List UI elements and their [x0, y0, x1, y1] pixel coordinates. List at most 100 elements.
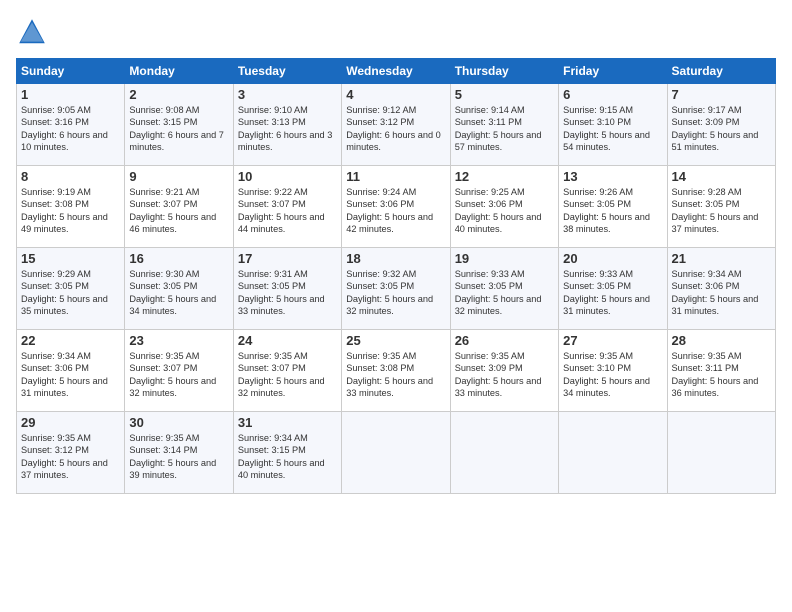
calendar-cell: 6 Sunrise: 9:15 AMSunset: 3:10 PMDayligh…: [559, 84, 667, 166]
calendar-table: SundayMondayTuesdayWednesdayThursdayFrid…: [16, 58, 776, 494]
week-row-3: 15 Sunrise: 9:29 AMSunset: 3:05 PMDaylig…: [17, 248, 776, 330]
day-number: 17: [238, 251, 337, 266]
day-number: 4: [346, 87, 445, 102]
cell-info: Sunrise: 9:14 AMSunset: 3:11 PMDaylight:…: [455, 105, 542, 152]
calendar-cell: 17 Sunrise: 9:31 AMSunset: 3:05 PMDaylig…: [233, 248, 341, 330]
cell-info: Sunrise: 9:33 AMSunset: 3:05 PMDaylight:…: [455, 269, 542, 316]
calendar-cell: 4 Sunrise: 9:12 AMSunset: 3:12 PMDayligh…: [342, 84, 450, 166]
cell-info: Sunrise: 9:29 AMSunset: 3:05 PMDaylight:…: [21, 269, 108, 316]
cell-info: Sunrise: 9:08 AMSunset: 3:15 PMDaylight:…: [129, 105, 224, 152]
day-number: 8: [21, 169, 120, 184]
calendar-cell: 21 Sunrise: 9:34 AMSunset: 3:06 PMDaylig…: [667, 248, 775, 330]
day-number: 22: [21, 333, 120, 348]
week-row-5: 29 Sunrise: 9:35 AMSunset: 3:12 PMDaylig…: [17, 412, 776, 494]
day-number: 30: [129, 415, 228, 430]
cell-info: Sunrise: 9:35 AMSunset: 3:10 PMDaylight:…: [563, 351, 650, 398]
header-cell-friday: Friday: [559, 59, 667, 84]
day-number: 31: [238, 415, 337, 430]
calendar-cell: 28 Sunrise: 9:35 AMSunset: 3:11 PMDaylig…: [667, 330, 775, 412]
calendar-cell: 27 Sunrise: 9:35 AMSunset: 3:10 PMDaylig…: [559, 330, 667, 412]
calendar-cell: 22 Sunrise: 9:34 AMSunset: 3:06 PMDaylig…: [17, 330, 125, 412]
calendar-cell: 12 Sunrise: 9:25 AMSunset: 3:06 PMDaylig…: [450, 166, 558, 248]
cell-info: Sunrise: 9:17 AMSunset: 3:09 PMDaylight:…: [672, 105, 759, 152]
logo: [16, 16, 52, 48]
cell-info: Sunrise: 9:34 AMSunset: 3:06 PMDaylight:…: [672, 269, 759, 316]
calendar-cell: [667, 412, 775, 494]
header-cell-tuesday: Tuesday: [233, 59, 341, 84]
day-number: 26: [455, 333, 554, 348]
day-number: 10: [238, 169, 337, 184]
header-cell-wednesday: Wednesday: [342, 59, 450, 84]
cell-info: Sunrise: 9:35 AMSunset: 3:09 PMDaylight:…: [455, 351, 542, 398]
calendar-cell: 16 Sunrise: 9:30 AMSunset: 3:05 PMDaylig…: [125, 248, 233, 330]
calendar-cell: 30 Sunrise: 9:35 AMSunset: 3:14 PMDaylig…: [125, 412, 233, 494]
day-number: 25: [346, 333, 445, 348]
day-number: 13: [563, 169, 662, 184]
day-number: 2: [129, 87, 228, 102]
calendar-cell: 10 Sunrise: 9:22 AMSunset: 3:07 PMDaylig…: [233, 166, 341, 248]
calendar-cell: 11 Sunrise: 9:24 AMSunset: 3:06 PMDaylig…: [342, 166, 450, 248]
cell-info: Sunrise: 9:34 AMSunset: 3:15 PMDaylight:…: [238, 433, 325, 480]
cell-info: Sunrise: 9:35 AMSunset: 3:12 PMDaylight:…: [21, 433, 108, 480]
day-number: 27: [563, 333, 662, 348]
day-number: 19: [455, 251, 554, 266]
calendar-cell: 14 Sunrise: 9:28 AMSunset: 3:05 PMDaylig…: [667, 166, 775, 248]
calendar-cell: 9 Sunrise: 9:21 AMSunset: 3:07 PMDayligh…: [125, 166, 233, 248]
header-cell-sunday: Sunday: [17, 59, 125, 84]
calendar-cell: 13 Sunrise: 9:26 AMSunset: 3:05 PMDaylig…: [559, 166, 667, 248]
cell-info: Sunrise: 9:34 AMSunset: 3:06 PMDaylight:…: [21, 351, 108, 398]
cell-info: Sunrise: 9:35 AMSunset: 3:07 PMDaylight:…: [129, 351, 216, 398]
calendar-cell: 2 Sunrise: 9:08 AMSunset: 3:15 PMDayligh…: [125, 84, 233, 166]
calendar-cell: 20 Sunrise: 9:33 AMSunset: 3:05 PMDaylig…: [559, 248, 667, 330]
calendar-cell: 18 Sunrise: 9:32 AMSunset: 3:05 PMDaylig…: [342, 248, 450, 330]
calendar-cell: [450, 412, 558, 494]
header-cell-thursday: Thursday: [450, 59, 558, 84]
cell-info: Sunrise: 9:26 AMSunset: 3:05 PMDaylight:…: [563, 187, 650, 234]
calendar-cell: [559, 412, 667, 494]
cell-info: Sunrise: 9:35 AMSunset: 3:14 PMDaylight:…: [129, 433, 216, 480]
day-number: 1: [21, 87, 120, 102]
header-cell-saturday: Saturday: [667, 59, 775, 84]
cell-info: Sunrise: 9:32 AMSunset: 3:05 PMDaylight:…: [346, 269, 433, 316]
cell-info: Sunrise: 9:15 AMSunset: 3:10 PMDaylight:…: [563, 105, 650, 152]
calendar-cell: 7 Sunrise: 9:17 AMSunset: 3:09 PMDayligh…: [667, 84, 775, 166]
calendar-cell: 23 Sunrise: 9:35 AMSunset: 3:07 PMDaylig…: [125, 330, 233, 412]
day-number: 18: [346, 251, 445, 266]
header-cell-monday: Monday: [125, 59, 233, 84]
day-number: 16: [129, 251, 228, 266]
week-row-4: 22 Sunrise: 9:34 AMSunset: 3:06 PMDaylig…: [17, 330, 776, 412]
cell-info: Sunrise: 9:25 AMSunset: 3:06 PMDaylight:…: [455, 187, 542, 234]
day-number: 3: [238, 87, 337, 102]
day-number: 6: [563, 87, 662, 102]
day-number: 29: [21, 415, 120, 430]
cell-info: Sunrise: 9:21 AMSunset: 3:07 PMDaylight:…: [129, 187, 216, 234]
calendar-cell: 5 Sunrise: 9:14 AMSunset: 3:11 PMDayligh…: [450, 84, 558, 166]
day-number: 21: [672, 251, 771, 266]
calendar-cell: 26 Sunrise: 9:35 AMSunset: 3:09 PMDaylig…: [450, 330, 558, 412]
day-number: 23: [129, 333, 228, 348]
day-number: 24: [238, 333, 337, 348]
calendar-cell: 31 Sunrise: 9:34 AMSunset: 3:15 PMDaylig…: [233, 412, 341, 494]
calendar-cell: 8 Sunrise: 9:19 AMSunset: 3:08 PMDayligh…: [17, 166, 125, 248]
cell-info: Sunrise: 9:10 AMSunset: 3:13 PMDaylight:…: [238, 105, 333, 152]
calendar-cell: 29 Sunrise: 9:35 AMSunset: 3:12 PMDaylig…: [17, 412, 125, 494]
calendar-cell: 19 Sunrise: 9:33 AMSunset: 3:05 PMDaylig…: [450, 248, 558, 330]
cell-info: Sunrise: 9:31 AMSunset: 3:05 PMDaylight:…: [238, 269, 325, 316]
cell-info: Sunrise: 9:22 AMSunset: 3:07 PMDaylight:…: [238, 187, 325, 234]
day-number: 20: [563, 251, 662, 266]
week-row-2: 8 Sunrise: 9:19 AMSunset: 3:08 PMDayligh…: [17, 166, 776, 248]
header-row: SundayMondayTuesdayWednesdayThursdayFrid…: [17, 59, 776, 84]
calendar-cell: 1 Sunrise: 9:05 AMSunset: 3:16 PMDayligh…: [17, 84, 125, 166]
cell-info: Sunrise: 9:24 AMSunset: 3:06 PMDaylight:…: [346, 187, 433, 234]
day-number: 12: [455, 169, 554, 184]
calendar-cell: [342, 412, 450, 494]
cell-info: Sunrise: 9:35 AMSunset: 3:07 PMDaylight:…: [238, 351, 325, 398]
cell-info: Sunrise: 9:35 AMSunset: 3:11 PMDaylight:…: [672, 351, 759, 398]
week-row-1: 1 Sunrise: 9:05 AMSunset: 3:16 PMDayligh…: [17, 84, 776, 166]
header: [16, 16, 776, 48]
day-number: 28: [672, 333, 771, 348]
cell-info: Sunrise: 9:12 AMSunset: 3:12 PMDaylight:…: [346, 105, 441, 152]
cell-info: Sunrise: 9:28 AMSunset: 3:05 PMDaylight:…: [672, 187, 759, 234]
day-number: 11: [346, 169, 445, 184]
cell-info: Sunrise: 9:19 AMSunset: 3:08 PMDaylight:…: [21, 187, 108, 234]
